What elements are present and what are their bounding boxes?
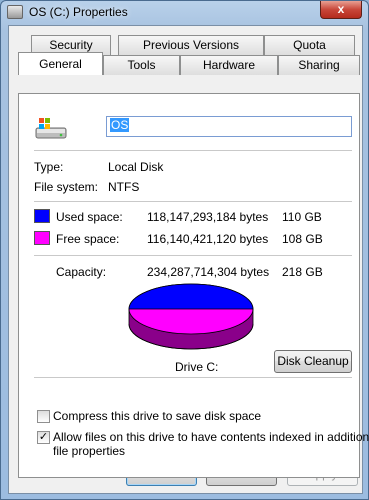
checkmark-icon: ✓ (38, 431, 49, 443)
free-space-bytes: 116,140,421,120 bytes (147, 232, 269, 246)
drive-title-icon (7, 5, 23, 19)
used-space-bytes: 118,147,293,184 bytes (147, 210, 269, 224)
separator (34, 201, 352, 202)
tab-sharing[interactable]: Sharing (278, 55, 360, 75)
capacity-gb: 218 GB (282, 265, 323, 279)
disk-usage-pie-chart (128, 283, 254, 350)
used-space-label: Used space: (56, 210, 123, 224)
separator (34, 377, 352, 378)
drive-name-value: OS (110, 118, 130, 132)
tab-general[interactable]: General (18, 52, 103, 75)
file-system-value: NTFS (108, 180, 140, 194)
free-space-gb: 108 GB (282, 232, 323, 246)
type-label: Type: (34, 160, 64, 174)
index-label-line2: file properties (53, 444, 126, 458)
general-tab-panel: OS Type: Local Disk File system: NTFS Us… (18, 93, 369, 478)
window-title: OS (C:) Properties (29, 5, 128, 19)
capacity-bytes: 234,287,714,304 bytes (147, 265, 270, 279)
tab-tools[interactable]: Tools (103, 55, 180, 75)
capacity-label: Capacity: (56, 265, 107, 279)
index-checkbox[interactable]: ✓ (37, 431, 50, 444)
tab-hardware[interactable]: Hardware (180, 55, 278, 75)
used-space-gb: 110 GB (282, 210, 322, 224)
file-system-label: File system: (34, 180, 99, 194)
disk-cleanup-button[interactable]: Disk Cleanup (274, 350, 352, 373)
used-space-color-swatch (34, 209, 50, 223)
type-value: Local Disk (108, 160, 164, 174)
drive-caption: Drive C: (175, 360, 219, 374)
tab-quota[interactable]: Quota (264, 35, 355, 55)
separator (34, 150, 352, 151)
dialog-client-area: Security Previous Versions Quota General… (8, 25, 369, 494)
separator (34, 255, 352, 256)
close-button[interactable]: x (320, 1, 362, 19)
compress-checkbox[interactable] (37, 410, 50, 423)
tab-previous-versions[interactable]: Previous Versions (118, 35, 264, 55)
title-bar[interactable]: OS (C:) Properties x (1, 1, 368, 25)
properties-window: OS (C:) Properties x Security Previous V… (0, 0, 369, 500)
hard-drive-icon (35, 118, 67, 139)
compress-label: Compress this drive to save disk space (53, 409, 262, 423)
drive-name-field[interactable]: OS (106, 116, 352, 137)
free-space-label: Free space: (56, 232, 120, 246)
free-space-color-swatch (34, 231, 50, 245)
index-label-line1: Allow files on this drive to have conten… (53, 430, 369, 444)
